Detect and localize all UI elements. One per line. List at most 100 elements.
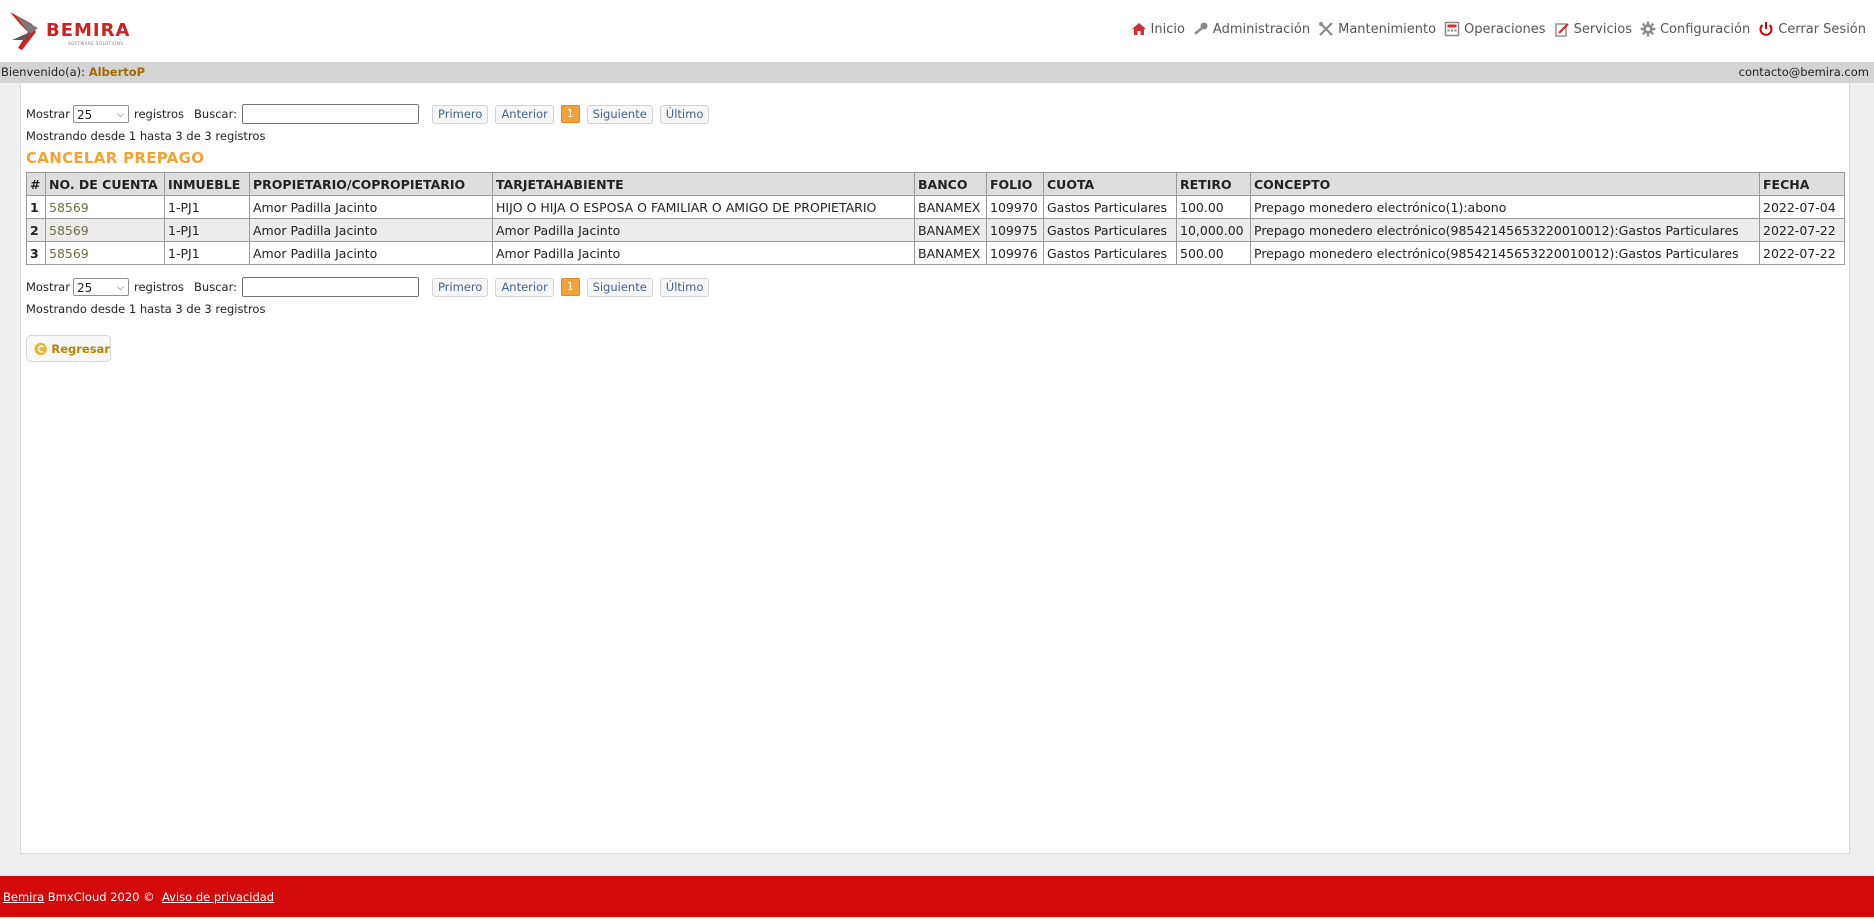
bank-cell: BANAMEX: [914, 218, 987, 242]
cardholder-cell: Amor Padilla Jacinto: [492, 241, 915, 265]
column-header[interactable]: #: [26, 172, 46, 196]
column-header[interactable]: NO. DE CUENTA: [45, 172, 165, 196]
table-controls-bottom: Mostrar 25 ⌵ registros Buscar: Primero A…: [26, 276, 716, 298]
show-label: Mostrar: [26, 107, 70, 121]
back-button[interactable]: Regresar: [26, 335, 111, 362]
pagination: Primero Anterior 1 Siguiente Último: [431, 277, 716, 297]
previous-page-button[interactable]: Anterior: [495, 104, 554, 124]
page-size-select[interactable]: 25 ⌵: [72, 105, 129, 123]
column-header[interactable]: CUOTA: [1043, 172, 1177, 196]
nav-item-label: Configuración: [1659, 21, 1751, 37]
concept-cell: Prepago monedero electrónico(98542145653…: [1250, 218, 1760, 242]
cardholder-cell: Amor Padilla Jacinto: [492, 218, 915, 242]
nav-item-operaciones[interactable]: Operaciones: [1444, 21, 1546, 37]
search-label: Buscar:: [194, 107, 237, 121]
nav-item-cerrar-sesion[interactable]: Cerrar Sesión: [1758, 21, 1866, 37]
account-link[interactable]: 58569: [45, 241, 165, 265]
bank-cell: BANAMEX: [914, 195, 987, 219]
withdrawal-cell: 500.00: [1176, 241, 1251, 265]
first-page-button[interactable]: Primero: [431, 277, 489, 297]
column-header[interactable]: FOLIO: [986, 172, 1044, 196]
table-row: 1 58569 1-PJ1 Amor Padilla Jacinto HIJO …: [26, 195, 1845, 219]
chevron-down-icon: ⌵: [117, 110, 124, 120]
nav-item-label: Administración: [1212, 21, 1311, 37]
search-input[interactable]: [241, 277, 419, 297]
records-label: registros: [133, 280, 185, 294]
footer: Bemira BmxCloud 2020 © Aviso de privacid…: [0, 876, 1874, 917]
current-page-button[interactable]: 1: [560, 105, 580, 123]
welcome-prefix: Bienvenido(a):: [1, 65, 86, 79]
current-page-button[interactable]: 1: [560, 278, 580, 296]
welcome-bar: Bienvenido(a): AlbertoP contacto@bemira.…: [0, 62, 1874, 83]
last-page-button[interactable]: Último: [659, 277, 710, 297]
column-header[interactable]: PROPIETARIO/COPROPIETARIO: [249, 172, 493, 196]
contact-email: contacto@bemira.com: [1738, 65, 1869, 79]
row-number: 2: [26, 218, 46, 242]
privacy-link[interactable]: Aviso de privacidad: [162, 890, 274, 904]
page-size-value: 25: [76, 281, 93, 295]
bemira-link[interactable]: Bemira: [3, 890, 44, 904]
pagination: Primero Anterior 1 Siguiente Último: [431, 104, 716, 124]
column-header[interactable]: RETIRO: [1176, 172, 1251, 196]
fee-cell: Gastos Particulares: [1043, 195, 1177, 219]
logo-tagline: SOFTWARE SOLUTIONS: [68, 41, 124, 46]
table-header-row: # NO. DE CUENTA INMUEBLE PROPIETARIO/COP…: [26, 172, 1845, 196]
back-circle-icon: [34, 342, 47, 355]
nav-item-label: Inicio: [1150, 21, 1185, 37]
nav-item-label: Operaciones: [1464, 21, 1546, 37]
fee-cell: Gastos Particulares: [1043, 241, 1177, 265]
table-controls-top: Mostrar 25 ⌵ registros Buscar: Primero A…: [26, 103, 716, 125]
services-icon: [1554, 23, 1569, 37]
page-size-value: 25: [76, 108, 93, 122]
bemira-logo[interactable]: BEMIRA SOFTWARE SOLUTIONS: [8, 10, 138, 52]
owner-cell: Amor Padilla Jacinto: [249, 241, 493, 265]
account-link[interactable]: 58569: [45, 218, 165, 242]
fee-cell: Gastos Particulares: [1043, 218, 1177, 242]
key-icon: [1194, 22, 1208, 35]
nav-item-administracion[interactable]: Administración: [1193, 21, 1310, 37]
column-header[interactable]: FECHA: [1759, 172, 1845, 196]
folio-cell: 109975: [986, 218, 1044, 242]
nav-item-label: Cerrar Sesión: [1778, 21, 1866, 37]
date-cell: 2022-07-04: [1759, 195, 1845, 219]
nav-item-label: Servicios: [1573, 21, 1632, 37]
folio-cell: 109976: [986, 241, 1044, 265]
main-panel: Mostrar 25 ⌵ registros Buscar: Primero A…: [20, 83, 1850, 854]
table-row: 2 58569 1-PJ1 Amor Padilla Jacinto Amor …: [26, 218, 1845, 242]
property-cell: 1-PJ1: [164, 195, 250, 219]
property-cell: 1-PJ1: [164, 241, 250, 265]
calculator-icon: [1444, 21, 1460, 37]
last-page-button[interactable]: Último: [659, 104, 710, 124]
column-header[interactable]: BANCO: [914, 172, 987, 196]
account-link[interactable]: 58569: [45, 195, 165, 219]
power-icon: [1759, 22, 1773, 36]
next-page-button[interactable]: Siguiente: [586, 277, 653, 297]
date-cell: 2022-07-22: [1759, 241, 1845, 265]
bank-cell: BANAMEX: [914, 241, 987, 265]
nav-item-servicios[interactable]: Servicios: [1554, 21, 1632, 37]
welcome-username: AlbertoP: [88, 65, 146, 79]
column-header[interactable]: TARJETAHABIENTE: [492, 172, 915, 196]
nav-item-mantenimiento[interactable]: Mantenimiento: [1318, 21, 1436, 37]
show-label: Mostrar: [26, 280, 70, 294]
footer-content: Bemira BmxCloud 2020 © Aviso de privacid…: [3, 890, 274, 904]
records-info: Mostrando desde 1 hasta 3 de 3 registros: [26, 302, 266, 316]
row-number: 3: [26, 241, 46, 265]
withdrawal-cell: 100.00: [1176, 195, 1251, 219]
withdrawal-cell: 10,000.00: [1176, 218, 1251, 242]
top-bar: BEMIRA SOFTWARE SOLUTIONS Inicio Adminis…: [0, 0, 1874, 62]
table-row: 3 58569 1-PJ1 Amor Padilla Jacinto Amor …: [26, 241, 1845, 265]
nav-item-configuracion[interactable]: Configuración: [1640, 21, 1750, 37]
concept-cell: Prepago monedero electrónico(98542145653…: [1250, 241, 1760, 265]
column-header[interactable]: INMUEBLE: [164, 172, 250, 196]
page-size-select[interactable]: 25 ⌵: [72, 278, 129, 296]
search-input[interactable]: [241, 104, 419, 124]
nav-item-inicio[interactable]: Inicio: [1131, 22, 1185, 37]
first-page-button[interactable]: Primero: [431, 104, 489, 124]
next-page-button[interactable]: Siguiente: [586, 104, 653, 124]
chevron-down-icon: ⌵: [117, 283, 124, 293]
gear-icon: [1640, 21, 1656, 37]
previous-page-button[interactable]: Anterior: [495, 277, 554, 297]
column-header[interactable]: CONCEPTO: [1250, 172, 1760, 196]
cardholder-cell: HIJO O HIJA O ESPOSA O FAMILIAR O AMIGO …: [492, 195, 915, 219]
